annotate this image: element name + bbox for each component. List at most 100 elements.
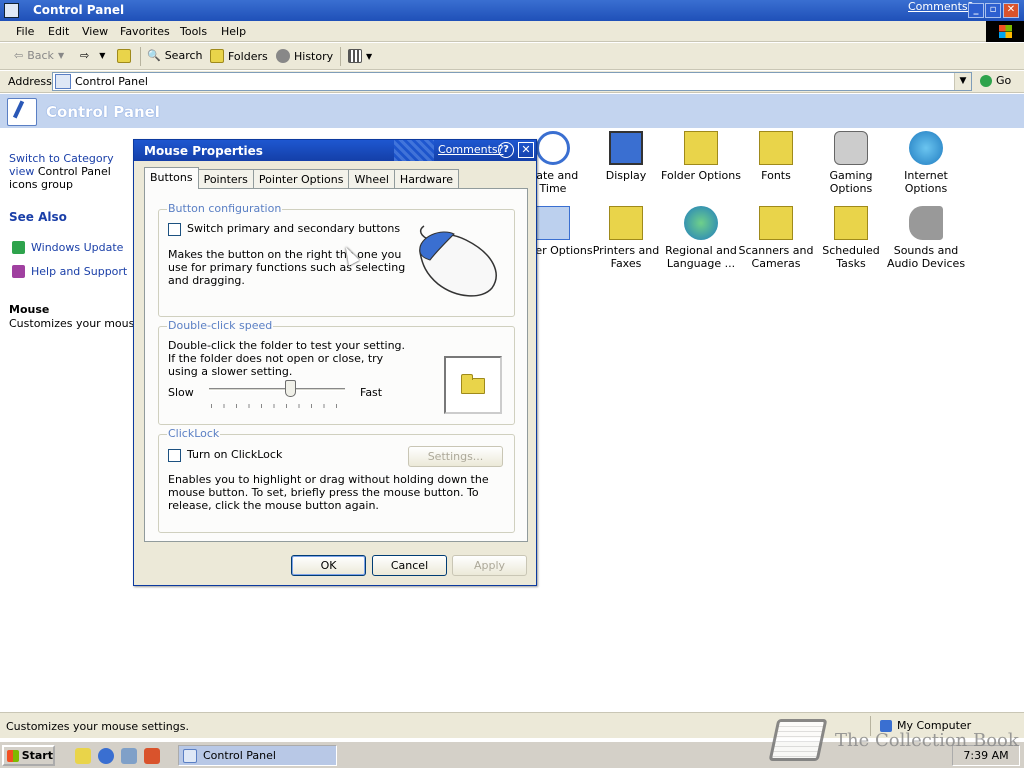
dialog-close-button[interactable]: ✕ [518, 142, 534, 158]
help-support-link[interactable]: Help and Support [12, 265, 127, 278]
window-title: Control Panel [33, 3, 125, 17]
dialog-title: Mouse Properties [144, 144, 263, 158]
history-button[interactable]: History [276, 49, 333, 63]
ok-button[interactable]: OK [291, 555, 366, 576]
toolbar-separator [140, 47, 141, 66]
up-folder-button[interactable] [117, 49, 131, 63]
icon-label: Regional and Language ... [665, 244, 737, 270]
media-player-icon[interactable] [144, 748, 160, 764]
control-panel-icon[interactable] [4, 3, 19, 18]
maximize-button[interactable]: ▫ [985, 3, 1001, 18]
icon-sounds-audio[interactable]: Sounds and Audio Devices [886, 206, 966, 270]
tab-pointer-options[interactable]: Pointer Options [252, 169, 350, 188]
cancel-button[interactable]: Cancel [372, 555, 447, 576]
tab-hardware[interactable]: Hardware [393, 169, 460, 188]
go-button[interactable]: Go [980, 74, 1011, 87]
help-button[interactable]: ? [498, 142, 514, 158]
apply-button[interactable]: Apply [452, 555, 527, 576]
double-click-desc: Double-click the folder to test your set… [168, 339, 406, 378]
content-header: Control Panel [0, 94, 1024, 128]
windows-update-icon [12, 241, 25, 254]
folders-button[interactable]: Folders [210, 49, 268, 63]
go-arrow-icon [980, 74, 992, 87]
clicklock-group: ClickLock Turn on ClickLock Settings... … [158, 427, 515, 533]
tab-wheel[interactable]: Wheel [348, 169, 395, 188]
icon-printers-faxes[interactable]: Printers and Faxes [586, 206, 666, 270]
folders-label: Folders [228, 49, 268, 63]
menu-tools[interactable]: Tools [180, 25, 207, 38]
dialog-comments-link[interactable]: Comments? [438, 143, 503, 156]
tab-buttons[interactable]: Buttons [144, 167, 199, 189]
switch-view-text: Switch to Category view Control Panel ic… [9, 152, 134, 192]
menu-help[interactable]: Help [221, 25, 246, 38]
double-click-label: Double-click speed [167, 319, 274, 332]
dialog-title-bar[interactable]: Mouse Properties Comments? ? ✕ [134, 140, 536, 161]
taskbar-control-panel[interactable]: Control Panel [178, 745, 337, 766]
icon-fonts[interactable]: Fonts [736, 131, 816, 182]
menu-view[interactable]: View [82, 25, 108, 38]
search-button[interactable]: 🔍 Search [147, 49, 203, 62]
windows-update-link[interactable]: Windows Update [12, 241, 123, 254]
fonts-folder-icon [759, 131, 793, 165]
history-clock-icon [276, 49, 290, 63]
up-folder-icon [117, 49, 131, 63]
address-value: Control Panel [75, 75, 148, 88]
address-input[interactable]: Control Panel ▼ [52, 72, 972, 91]
close-button[interactable]: ✕ [1003, 3, 1019, 18]
tab-pointers[interactable]: Pointers [197, 169, 254, 188]
address-dropdown-icon[interactable]: ▼ [954, 73, 971, 90]
book-icon [768, 719, 828, 761]
clicklock-checkbox-label[interactable]: Turn on ClickLock [187, 448, 282, 461]
double-click-group: Double-click speed Double-click the fold… [158, 319, 515, 425]
double-click-slider-track[interactable] [209, 388, 345, 391]
back-label: Back [27, 49, 54, 62]
icon-regional-language[interactable]: Regional and Language ... [661, 206, 741, 270]
menu-file[interactable]: File [16, 25, 34, 38]
back-dropdown-icon[interactable]: ▼ [58, 51, 64, 60]
icon-label: Display [605, 169, 647, 182]
icon-display[interactable]: Display [586, 131, 666, 182]
windows-explorer-icon[interactable] [121, 748, 137, 764]
minimize-button[interactable]: _ [968, 3, 984, 18]
slider-ticks [211, 404, 345, 408]
icon-label: Fonts [761, 169, 791, 182]
icon-label: Gaming Options [829, 169, 873, 195]
title-pattern [394, 140, 434, 161]
double-click-slider-thumb[interactable] [285, 380, 297, 397]
menu-edit[interactable]: Edit [48, 25, 69, 38]
folder-icon[interactable] [461, 374, 485, 394]
clicklock-settings-button[interactable]: Settings... [408, 446, 503, 467]
button-config-label: Button configuration [167, 202, 283, 215]
views-button[interactable]: ▼ [348, 49, 372, 63]
status-text: Customizes your mouse settings. [6, 720, 189, 733]
clicklock-desc: Enables you to highlight or drag without… [168, 473, 489, 512]
test-folder-area[interactable] [444, 356, 502, 414]
globe-icon [684, 206, 718, 240]
icon-scheduled-tasks[interactable]: Scheduled Tasks [811, 206, 891, 270]
clicklock-checkbox[interactable] [168, 449, 181, 462]
address-bar: Address Control Panel ▼ Go [0, 71, 1024, 93]
mouse-illustration-icon [419, 225, 497, 297]
forward-dropdown-icon[interactable]: ▼ [99, 51, 105, 60]
icon-scanners-cameras[interactable]: Scanners and Cameras [736, 206, 816, 270]
switch-buttons-checkbox[interactable] [168, 223, 181, 236]
back-button[interactable]: ⇦ Back ▼ [14, 49, 64, 62]
windows-logo [986, 21, 1024, 42]
clock-icon [536, 131, 570, 165]
window-title-bar[interactable]: Control Panel Comments? _ ▫ ✕ [0, 0, 1024, 21]
icon-folder-options[interactable]: Folder Options [661, 131, 741, 182]
windows-flag-icon [7, 749, 19, 762]
internet-explorer-icon[interactable] [98, 748, 114, 764]
start-button[interactable]: Start [2, 745, 55, 766]
slider-fast-label: Fast [360, 386, 383, 399]
watermark-text: The Collection Book [835, 729, 1019, 751]
comments-link[interactable]: Comments? [908, 0, 973, 13]
windows-update-label: Windows Update [31, 241, 124, 254]
icon-internet-options[interactable]: Internet Options [886, 131, 966, 195]
menu-favorites[interactable]: Favorites [120, 25, 170, 38]
power-options-icon [536, 206, 570, 240]
forward-button[interactable]: ⇨ ▼ [80, 49, 105, 62]
switch-buttons-label[interactable]: Switch primary and secondary buttons [187, 222, 400, 235]
show-desktop-icon[interactable] [75, 748, 91, 764]
icon-gaming-options[interactable]: Gaming Options [811, 131, 891, 195]
